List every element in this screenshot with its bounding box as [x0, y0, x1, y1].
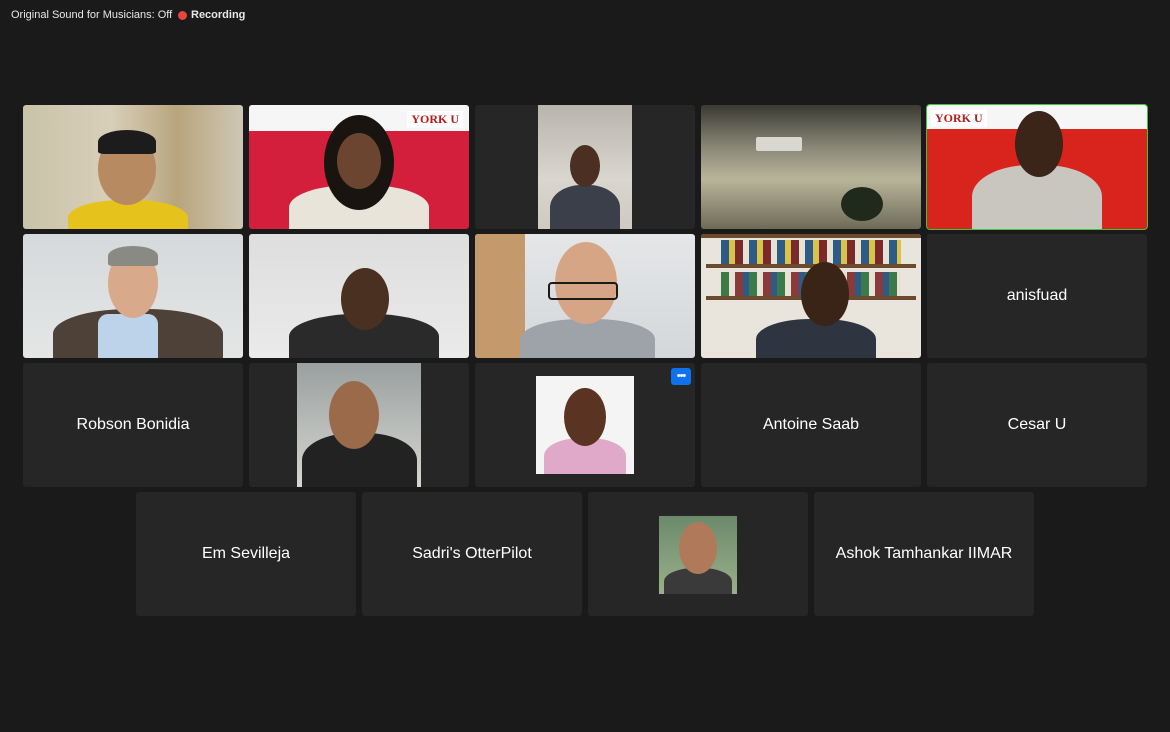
- participant-video: [23, 234, 243, 358]
- participant-name-tile[interactable]: Sadri's OtterPilot: [362, 492, 582, 616]
- participant-name: Ashok Tamhankar IIMAR: [835, 545, 1013, 562]
- participant-name: Cesar U: [1007, 416, 1067, 433]
- participant-video-tile[interactable]: YORK U: [249, 105, 469, 229]
- participant-name-tile[interactable]: Cesar U: [927, 363, 1147, 487]
- participant-name: Robson Bonidia: [76, 416, 190, 433]
- active-speaker-video-tile[interactable]: YORK U: [926, 104, 1148, 230]
- original-sound-status[interactable]: Original Sound for Musicians: Off: [11, 9, 172, 21]
- participant-video-tile[interactable]: [701, 234, 921, 358]
- participant-video-tile[interactable]: [23, 234, 243, 358]
- participant-video: [701, 234, 921, 358]
- recording-indicator[interactable]: Recording: [178, 9, 245, 21]
- participant-video-tile[interactable]: [475, 234, 695, 358]
- participant-video-tile[interactable]: [23, 105, 243, 229]
- york-logo: YORK U: [407, 111, 463, 128]
- participant-name: anisfuad: [1006, 287, 1068, 304]
- participant-photo: [659, 516, 737, 594]
- participant-name-tile[interactable]: Robson Bonidia: [23, 363, 243, 487]
- participant-video: [538, 105, 632, 229]
- participant-name-tile[interactable]: Antoine Saab: [701, 363, 921, 487]
- participant-video-tile[interactable]: [475, 105, 695, 229]
- york-logo: YORK U: [931, 110, 987, 127]
- more-options-icon[interactable]: •••: [671, 368, 691, 385]
- participant-photo: [536, 376, 634, 474]
- participant-video-tile[interactable]: •••: [475, 363, 695, 487]
- participant-video: YORK U: [927, 105, 1147, 229]
- recording-dot-icon: [178, 10, 187, 20]
- participant-name: Antoine Saab: [762, 416, 860, 433]
- participant-video: [249, 234, 469, 358]
- participant-video: [475, 234, 695, 358]
- participant-video: YORK U: [249, 105, 469, 229]
- participant-video-tile[interactable]: [588, 492, 808, 616]
- participant-video-tile[interactable]: [249, 363, 469, 487]
- participant-name-tile[interactable]: anisfuad: [927, 234, 1147, 358]
- participant-video: [23, 105, 243, 229]
- participant-video-tile[interactable]: [249, 234, 469, 358]
- participant-photo: [297, 363, 421, 487]
- participant-name: Sadri's OtterPilot: [412, 545, 532, 562]
- participant-video-tile[interactable]: [701, 105, 921, 229]
- participant-name-tile[interactable]: Em Sevilleja: [136, 492, 356, 616]
- participant-name: Em Sevilleja: [201, 545, 291, 562]
- recording-label: Recording: [191, 9, 246, 21]
- participant-video: [701, 105, 921, 229]
- participant-name-tile[interactable]: Ashok Tamhankar IIMAR: [814, 492, 1034, 616]
